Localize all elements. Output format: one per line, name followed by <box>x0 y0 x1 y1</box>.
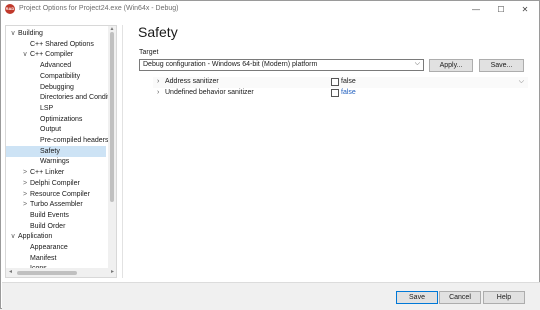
tree-item-pre-compiled-headers[interactable]: Pre-compiled headers <box>6 135 109 146</box>
tree-item-label: LSP <box>40 104 54 112</box>
tree-item-building[interactable]: ∨ Building <box>6 28 106 39</box>
chevron-down-icon[interactable]: ∨ <box>9 231 17 242</box>
tree-item-label: Safety <box>40 147 60 155</box>
option-row-address-sanitizer[interactable]: › Address sanitizer false ⌵ <box>153 77 528 88</box>
chevron-down-icon[interactable]: ⌵ <box>519 78 524 86</box>
tree-vertical-scrollbar[interactable]: ▲ <box>108 26 116 269</box>
address-sanitizer-checkbox[interactable] <box>331 78 339 86</box>
chevron-down-icon[interactable]: ∨ <box>21 49 29 60</box>
dialog-footer: Save Cancel Help <box>2 282 540 310</box>
options-grid: › Address sanitizer false ⌵ › Undefined … <box>153 75 528 103</box>
tree-item-manifest[interactable]: Manifest <box>6 253 106 264</box>
tree-item-label: C++ Linker <box>30 169 65 177</box>
target-value: Debug configuration - Windows 64-bit (Mo… <box>143 61 318 68</box>
tree-item-label: Optimizations <box>40 115 83 123</box>
chevron-right-icon[interactable]: > <box>21 167 29 178</box>
tree-item-label: C++ Shared Options <box>30 40 94 48</box>
tree-item-label: Pre-compiled headers <box>40 137 109 144</box>
tree-item-label: Compatibility <box>40 72 81 80</box>
tree-item-label: C++ Compiler <box>30 51 74 59</box>
tree-horizontal-scrollbar[interactable]: ◂ ▸ <box>6 268 116 277</box>
tree-item-advanced[interactable]: Advanced <box>6 60 106 71</box>
tree-item-resource-compiler[interactable]: > Resource Compiler <box>6 189 106 200</box>
chevron-right-icon[interactable]: › <box>157 89 159 96</box>
tree-item-debugging[interactable]: Debugging <box>6 82 106 93</box>
tree-item-appearance[interactable]: Appearance <box>6 242 106 253</box>
tree-item-safety[interactable]: Safety <box>6 145 106 157</box>
tree-item-label: Appearance <box>30 244 68 251</box>
chevron-down-icon: ⌵ <box>414 60 420 67</box>
tree-item-label: Output <box>40 126 62 134</box>
tree-vertical-scroll-thumb[interactable] <box>110 32 114 202</box>
tree-item-c-shared-options[interactable]: C++ Shared Options <box>6 39 106 50</box>
close-button[interactable]: ✕ <box>512 1 538 18</box>
project-options-window: RAD Project Options for Project24.exe (W… <box>0 0 540 310</box>
tree-item-optimizations[interactable]: Optimizations <box>6 114 106 125</box>
tree-item-label: Advanced <box>40 62 72 70</box>
apply-button[interactable]: Apply... <box>429 59 473 72</box>
option-name: Address sanitizer <box>165 78 219 85</box>
window-title: Project Options for Project24.exe (Win64… <box>19 5 179 12</box>
tree-item-output[interactable]: Output <box>6 124 106 135</box>
cancel-button[interactable]: Cancel <box>439 291 481 304</box>
save-button[interactable]: Save <box>396 291 438 304</box>
title-bar: RAD Project Options for Project24.exe (W… <box>1 1 539 18</box>
maximize-button[interactable]: ☐ <box>488 1 514 18</box>
tree-item-label: Build Events <box>30 211 69 219</box>
page-title: Safety <box>138 24 178 40</box>
tree-item-lsp[interactable]: LSP <box>6 103 106 114</box>
tree-item-turbo-assembler[interactable]: > Turbo Assembler <box>6 199 106 210</box>
tree-item-label: Manifest <box>30 254 57 262</box>
option-row-undefined-behavior-sanitizer[interactable]: › Undefined behavior sanitizer false <box>153 88 528 99</box>
tree-item-label: Build Order <box>30 222 66 230</box>
tree-item-label: Building <box>18 30 43 37</box>
tree-item-c-linker[interactable]: > C++ Linker <box>6 167 106 178</box>
pane-splitter[interactable] <box>122 25 123 278</box>
options-tree: ∨ Building C++ Shared Options ∨ C++ Compiler… <box>5 25 117 278</box>
option-value: false <box>341 89 356 96</box>
tree-horizontal-scroll-thumb[interactable] <box>17 271 77 275</box>
target-combobox[interactable]: Debug configuration - Windows 64-bit (Mo… <box>139 59 424 71</box>
target-label: Target <box>139 49 159 56</box>
help-button[interactable]: Help <box>483 291 525 304</box>
tree-item-label: Turbo Assembler <box>30 201 83 209</box>
tree-item-label: Resource Compiler <box>30 190 90 198</box>
app-icon: RAD <box>5 4 15 14</box>
tree-item-compatibility[interactable]: Compatibility <box>6 71 106 82</box>
save-target-button[interactable]: Save... <box>479 59 524 72</box>
chevron-down-icon[interactable]: ∨ <box>9 28 17 39</box>
tree-item-directories-and-conditionals[interactable]: Directories and Conditionals <box>6 92 116 103</box>
chevron-right-icon[interactable]: > <box>21 189 29 200</box>
minimize-button[interactable]: — <box>463 1 489 18</box>
chevron-right-icon[interactable]: > <box>21 199 29 210</box>
tree-item-build-order[interactable]: Build Order <box>6 221 106 232</box>
tree-item-label: Application <box>18 233 53 241</box>
tree-item-application[interactable]: ∨ Application <box>6 231 106 242</box>
tree-item-c-compiler[interactable]: ∨ C++ Compiler <box>6 49 106 60</box>
scroll-left-arrow-icon[interactable]: ◂ <box>6 268 15 277</box>
tree-item-label: Warnings <box>40 158 70 166</box>
chevron-right-icon[interactable]: › <box>157 78 159 85</box>
tree-item-delphi-compiler[interactable]: > Delphi Compiler <box>6 178 106 189</box>
undefined-behavior-sanitizer-checkbox[interactable] <box>331 89 339 97</box>
tree-item-label: Directories and Conditionals <box>40 94 116 102</box>
tree-item-build-events[interactable]: Build Events <box>6 210 106 221</box>
tree-item-label: Debugging <box>40 83 74 91</box>
tree-item-warnings[interactable]: Warnings <box>6 156 106 167</box>
scroll-right-arrow-icon[interactable]: ▸ <box>108 268 116 277</box>
option-value: false <box>341 78 356 85</box>
option-name: Undefined behavior sanitizer <box>165 89 254 96</box>
tree-item-label: Delphi Compiler <box>30 179 80 187</box>
chevron-right-icon[interactable]: > <box>21 178 29 189</box>
